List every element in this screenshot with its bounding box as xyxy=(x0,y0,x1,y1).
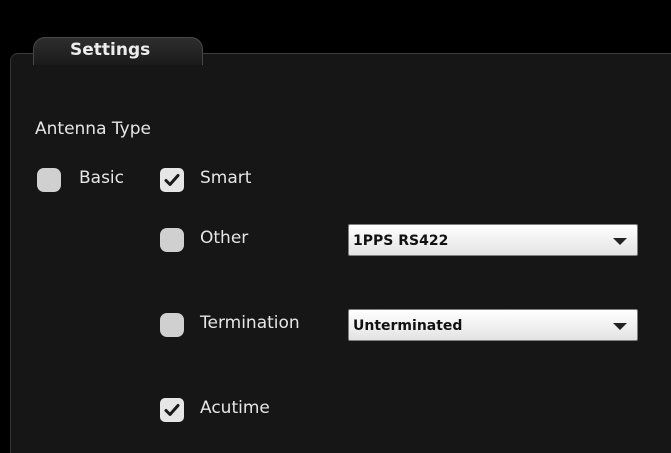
other-label[interactable]: Other xyxy=(200,228,248,248)
checkmark-icon xyxy=(164,174,180,186)
termination-radio[interactable] xyxy=(160,313,184,337)
chevron-down-icon xyxy=(613,323,627,330)
chevron-down-icon xyxy=(613,238,627,245)
other-select[interactable]: 1PPS RS422 xyxy=(348,224,638,256)
acutime-label[interactable]: Acutime xyxy=(200,398,270,418)
smart-checkbox[interactable] xyxy=(160,168,184,192)
other-select-value: 1PPS RS422 xyxy=(353,233,449,249)
smart-label[interactable]: Smart xyxy=(200,168,251,188)
antenna-type-heading: Antenna Type xyxy=(35,119,151,139)
termination-select-value: Unterminated xyxy=(353,318,463,334)
termination-select[interactable]: Unterminated xyxy=(348,309,638,341)
basic-radio[interactable] xyxy=(37,168,61,192)
panel-title: Settings xyxy=(70,40,151,60)
other-radio[interactable] xyxy=(160,228,184,252)
checkmark-icon xyxy=(164,404,180,416)
termination-label[interactable]: Termination xyxy=(200,313,300,333)
basic-label[interactable]: Basic xyxy=(79,168,124,188)
acutime-checkbox[interactable] xyxy=(160,398,184,422)
